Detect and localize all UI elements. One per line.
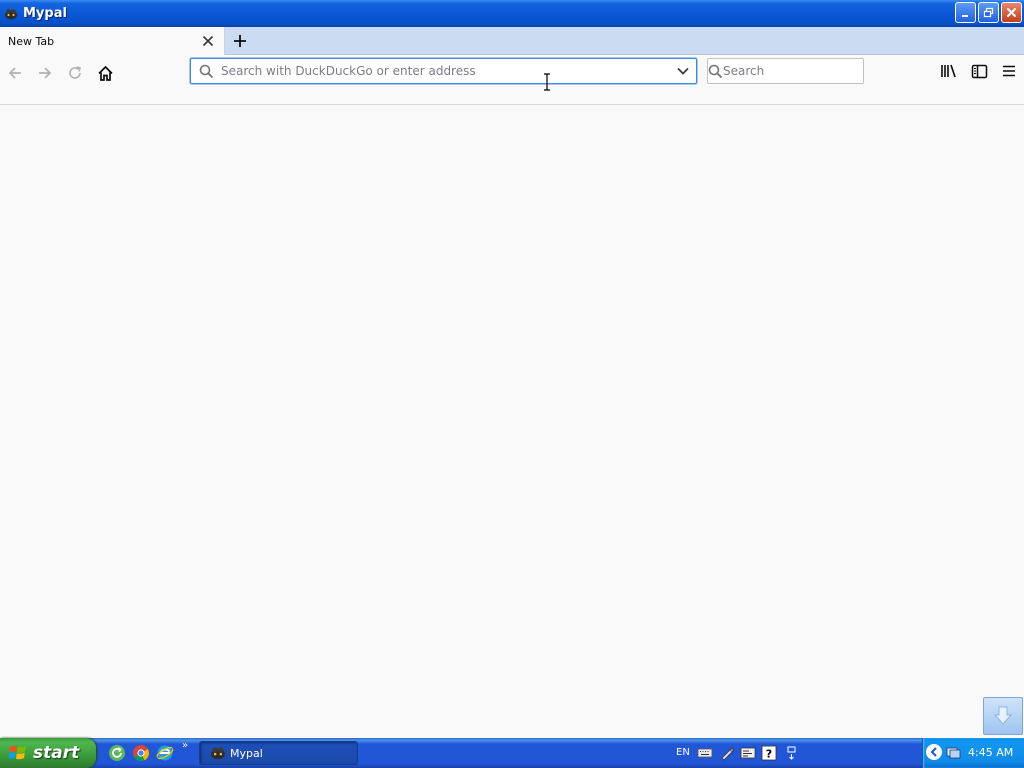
refresh-icon[interactable] xyxy=(108,744,126,762)
search-icon xyxy=(708,64,723,78)
chevron-left-icon xyxy=(930,747,937,757)
new-tab-button[interactable] xyxy=(228,29,252,53)
forward-arrow-icon xyxy=(39,67,52,79)
keyboard-icon[interactable] xyxy=(697,745,713,761)
taskbar: start » Mypal EN ? 4:45 AM xyxy=(0,738,1024,768)
forward-button[interactable] xyxy=(32,60,58,86)
search-bar[interactable] xyxy=(707,58,873,84)
language-indicator[interactable]: EN xyxy=(676,747,690,758)
hamburger-menu-icon xyxy=(1003,65,1015,77)
network-icon[interactable] xyxy=(945,745,961,761)
library-button[interactable] xyxy=(935,58,963,84)
plus-icon xyxy=(234,35,246,47)
tab-strip: New Tab xyxy=(0,27,1024,55)
close-icon xyxy=(1007,8,1016,17)
minimize-button[interactable] xyxy=(955,2,976,23)
search-icon xyxy=(199,64,213,78)
reload-button[interactable] xyxy=(62,60,88,86)
window-title: Mypal xyxy=(23,6,67,21)
sidebar-icon xyxy=(971,64,987,78)
taskbar-item-mypal[interactable]: Mypal xyxy=(199,741,358,765)
urlbar-search-icon-box xyxy=(191,64,221,79)
close-window-button[interactable] xyxy=(1001,2,1022,23)
urlbar-dropdown-button[interactable] xyxy=(670,64,696,78)
windows-logo-icon xyxy=(8,745,26,760)
back-button[interactable] xyxy=(2,60,28,86)
restore-languagebar-icon[interactable] xyxy=(784,745,800,761)
tab-new-tab[interactable]: New Tab xyxy=(0,27,225,55)
minimize-icon xyxy=(962,15,968,17)
system-tray: 4:45 AM xyxy=(922,738,1024,768)
pen-icon[interactable] xyxy=(719,745,735,761)
quicklaunch-more-icon[interactable]: » xyxy=(182,740,188,751)
sidebar-button[interactable] xyxy=(965,58,993,84)
restore-icon xyxy=(983,7,994,18)
help-icon[interactable]: ? xyxy=(761,745,777,761)
language-bar-icon[interactable] xyxy=(740,745,756,761)
address-input[interactable] xyxy=(221,60,670,82)
home-icon xyxy=(97,65,113,81)
taskbar-item-label: Mypal xyxy=(230,746,263,760)
search-input[interactable] xyxy=(723,64,873,78)
searchbar-icon-box xyxy=(708,64,723,79)
download-button[interactable] xyxy=(983,697,1023,735)
start-button[interactable]: start xyxy=(0,738,96,768)
start-label: start xyxy=(33,743,80,763)
close-tab-icon xyxy=(202,35,214,47)
page-content-area[interactable] xyxy=(0,106,1024,738)
tab-title: New Tab xyxy=(8,34,55,48)
show-hidden-icons-button[interactable] xyxy=(926,744,942,760)
main-menu-button[interactable] xyxy=(995,58,1023,84)
back-arrow-icon xyxy=(8,67,21,79)
text-cursor-icon xyxy=(544,73,550,91)
reload-icon xyxy=(69,66,81,79)
close-tab-button[interactable] xyxy=(196,29,220,53)
library-icon xyxy=(941,64,956,78)
internet-explorer-icon[interactable] xyxy=(156,744,174,762)
home-button[interactable] xyxy=(92,60,118,86)
navigation-toolbar xyxy=(0,55,1024,105)
mypal-app-icon xyxy=(211,747,225,760)
mypal-app-icon xyxy=(5,8,17,19)
chevron-down-icon xyxy=(677,67,689,75)
window-titlebar[interactable]: Mypal xyxy=(0,0,1024,27)
download-arrow-icon xyxy=(993,706,1013,725)
taskbar-clock[interactable]: 4:45 AM xyxy=(968,746,1013,759)
svg-text:?: ? xyxy=(766,748,772,761)
address-bar[interactable] xyxy=(190,58,697,84)
chrome-icon[interactable] xyxy=(132,744,150,762)
restore-button[interactable] xyxy=(978,2,999,23)
